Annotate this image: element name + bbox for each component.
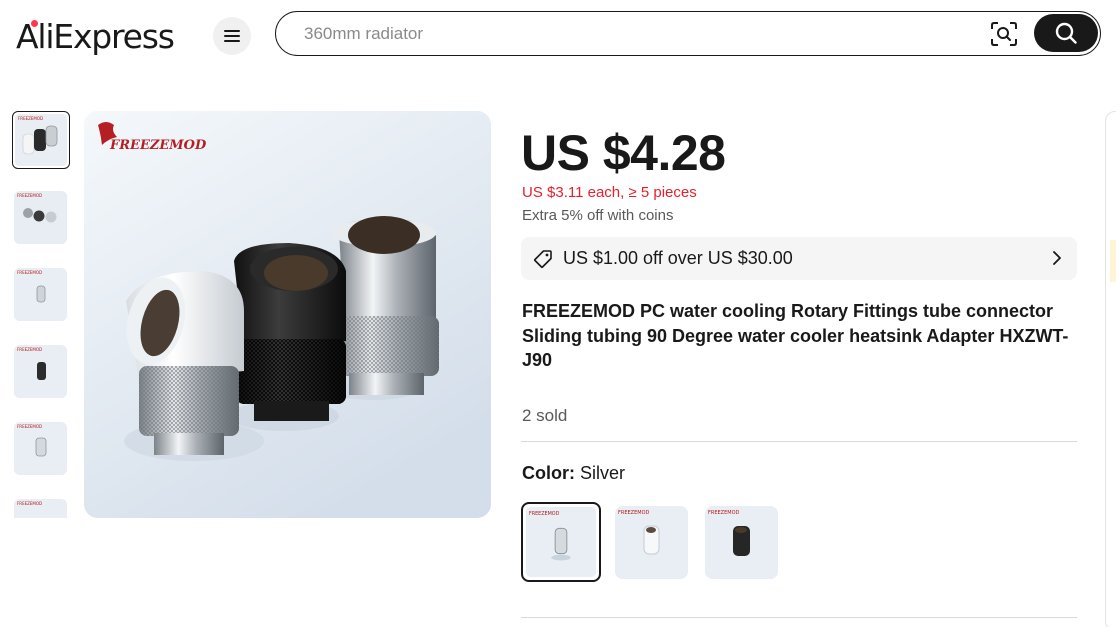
search-input[interactable] [304, 23, 984, 44]
logo-text: AliExpress [16, 16, 175, 56]
svg-text:FREEZEMOD: FREEZEMOD [17, 424, 42, 429]
color-label-key: Color: [522, 463, 575, 483]
svg-text:FREEZEMOD: FREEZEMOD [17, 347, 42, 352]
svg-text:FREEZEMOD: FREEZEMOD [18, 116, 43, 121]
menu-button[interactable] [213, 17, 251, 55]
svg-text:FREEZEMOD: FREEZEMOD [17, 193, 42, 198]
side-panel-edge [1105, 111, 1116, 627]
svg-text:FREEZEMOD: FREEZEMOD [17, 270, 42, 275]
thumbnail-image: FREEZEMOD [14, 268, 67, 321]
swatch-image: FREEZEMOD [526, 507, 596, 577]
brand-watermark: FREEZEMOD [109, 138, 207, 153]
thumbnail-6[interactable]: FREEZEMOD [14, 499, 67, 518]
product-title: FREEZEMOD PC water cooling Rotary Fittin… [522, 301, 1069, 370]
thumbnail-image: FREEZEMOD [14, 422, 67, 475]
color-selected-value: Silver [580, 463, 626, 483]
search-bar [275, 11, 1101, 56]
coupon-banner[interactable]: US $1.00 off over US $30.00 [521, 237, 1077, 280]
side-panel-accent [1110, 240, 1116, 282]
swatch-image: FREEZEMOD [615, 506, 688, 579]
coins-discount: Extra 5% off with coins [522, 207, 674, 224]
hamburger-icon [224, 30, 240, 42]
divider [521, 617, 1077, 618]
thumbnail-4[interactable]: FREEZEMOD [14, 345, 67, 398]
divider [521, 441, 1077, 442]
thumbnail-2[interactable]: FREEZEMOD [14, 191, 67, 244]
swatch-image: FREEZEMOD [705, 506, 778, 579]
aliexpress-logo[interactable]: AliExpress [16, 14, 175, 58]
thumbnail-image: FREEZEMOD [14, 499, 67, 518]
thumbnail-image: FREEZEMOD [15, 114, 67, 166]
color-option-black[interactable]: FREEZEMOD [705, 506, 778, 579]
coupon-tag-icon [533, 249, 552, 268]
main-product-image[interactable]: FREEZEMOD [84, 111, 491, 518]
color-option-silver[interactable]: FREEZEMOD [521, 502, 601, 582]
thumbnail-strip: FREEZEMOD FREEZEMOD FREEZEMOD FREEZEMOD … [12, 111, 72, 518]
product-photo: FREEZEMOD [84, 111, 491, 518]
coupon-text: US $1.00 off over US $30.00 [563, 248, 793, 268]
image-search-icon [991, 22, 1017, 46]
thumbnail-image: FREEZEMOD [14, 191, 67, 244]
search-button[interactable] [1034, 14, 1098, 52]
thumbnail-image: FREEZEMOD [14, 345, 67, 398]
chevron-right-icon [1053, 251, 1061, 265]
svg-text:FREEZEMOD: FREEZEMOD [529, 511, 560, 517]
thumbnail-1[interactable]: FREEZEMOD [12, 111, 70, 169]
svg-text:FREEZEMOD: FREEZEMOD [708, 510, 740, 516]
bulk-price: US $3.11 each, ≥ 5 pieces [522, 184, 697, 201]
search-icon [1055, 22, 1077, 44]
sold-count: 2 sold [522, 406, 568, 422]
product-price: US $4.28 [521, 125, 726, 181]
image-search-button[interactable] [990, 21, 1018, 47]
logo-text-rest: liExpress [37, 16, 175, 56]
svg-text:FREEZEMOD: FREEZEMOD [618, 510, 650, 516]
svg-text:FREEZEMOD: FREEZEMOD [17, 501, 42, 506]
color-selector-label: Color: Silver [522, 463, 625, 484]
thumbnail-5[interactable]: FREEZEMOD [14, 422, 67, 475]
thumbnail-3[interactable]: FREEZEMOD [14, 268, 67, 321]
color-option-white[interactable]: FREEZEMOD [615, 506, 688, 579]
